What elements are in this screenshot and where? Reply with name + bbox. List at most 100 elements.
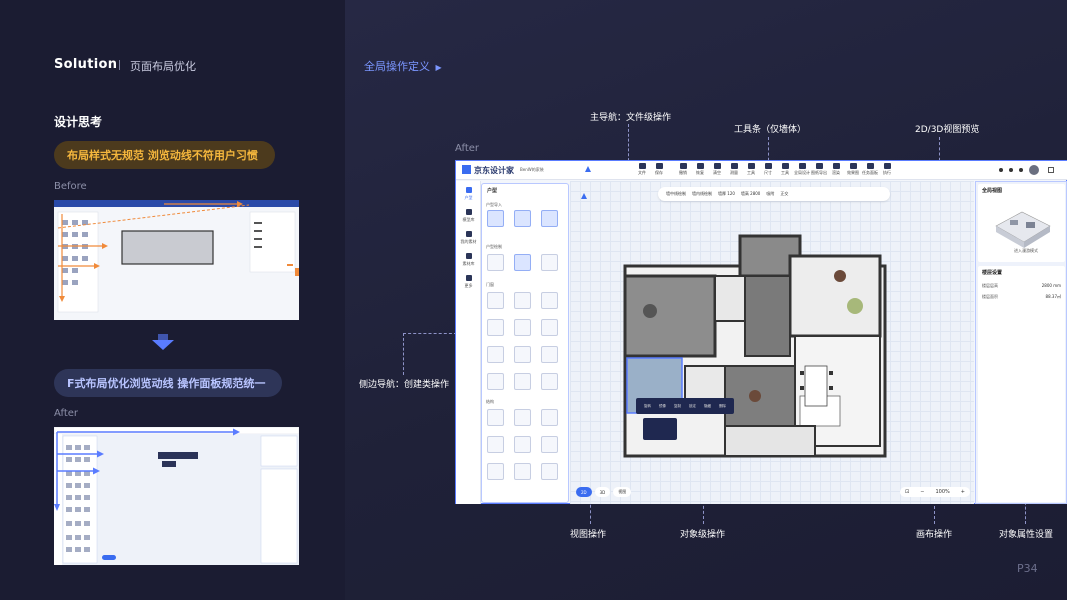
lib-item-floor-window[interactable]: [514, 373, 531, 390]
lib-item-railing[interactable]: [514, 463, 531, 480]
lib-item-folding-door[interactable]: [541, 319, 558, 336]
tool-dimension[interactable]: 尺寸: [760, 163, 776, 178]
tool-wall[interactable]: 工具: [777, 163, 793, 178]
view-eye-button[interactable]: 视图: [613, 487, 632, 497]
lib-item-square-column[interactable]: [487, 409, 504, 426]
canvas-wall-toolbar: 墙中线绘制 墙内线绘制 墙厚 120 墙高 2800 吸附 正交: [658, 187, 890, 201]
zoom-out-icon[interactable]: −: [920, 489, 924, 495]
annot-main-nav: 主导航：文件级操作: [590, 113, 672, 123]
section-title: 设计思考: [54, 115, 103, 129]
measure-icon: [730, 163, 738, 169]
side-nav-my-assets[interactable]: 我的素材: [461, 231, 477, 248]
view-2d-button[interactable]: 2D: [576, 487, 592, 497]
tasks-icon: [866, 163, 874, 169]
component-library: 户型 户型导入 户型绘制 门窗 结构: [481, 183, 569, 503]
render-icon: [832, 163, 840, 169]
lib-item-single-door[interactable]: [487, 292, 504, 309]
problem-pill: 布局样式无规范 浏览动线不符用户习惯: [54, 141, 275, 169]
tool-global-design[interactable]: 全局设计: [794, 163, 810, 178]
tool-undo[interactable]: 撤销: [675, 163, 691, 178]
context-popover[interactable]: [643, 418, 677, 440]
folder-icon: [465, 231, 472, 237]
lib-item-pipe[interactable]: [541, 436, 558, 453]
fit-icon[interactable]: ⊡: [905, 489, 909, 495]
side-nav-assets[interactable]: 素材库: [461, 253, 476, 270]
lib-item-platform[interactable]: [514, 436, 531, 453]
tool-file[interactable]: 文件: [634, 163, 650, 178]
lib-item-partition[interactable]: [541, 463, 558, 480]
lib-item-mother-door[interactable]: [541, 292, 558, 309]
wall-thickness[interactable]: 墙厚 120: [718, 191, 735, 197]
run-icon: [883, 163, 891, 169]
side-nav-more[interactable]: 更多: [461, 275, 476, 292]
tool-tools[interactable]: 工具: [743, 163, 759, 178]
wall-mode-center[interactable]: 墙中线绘制: [666, 191, 686, 197]
notification-icon[interactable]: [1019, 168, 1023, 172]
ctx-hide[interactable]: 隐藏: [704, 404, 711, 409]
tool-effect[interactable]: 效果图: [845, 163, 861, 178]
tool-clear[interactable]: 清空: [709, 163, 725, 178]
lib-item-room[interactable]: [541, 254, 558, 271]
ctx-lock[interactable]: 锁定: [689, 404, 696, 409]
help-icon[interactable]: [1009, 168, 1013, 172]
global-ops-link[interactable]: 全局操作定义 ▶: [364, 58, 442, 74]
wall-height[interactable]: 墙高 2800: [741, 191, 760, 197]
app-top-bar: 京东设计家 BenW的家装 文件 保存 撤销 恢复 清空 测量 工具 尺寸 工具…: [456, 161, 1067, 180]
lib-item-window[interactable]: [514, 346, 531, 363]
image-icon: [849, 163, 857, 169]
annot-canvas-ops: 画布操作: [916, 530, 953, 540]
tool-export[interactable]: 图纸导出: [811, 163, 827, 178]
lib-item-floorplan-image[interactable]: [514, 210, 531, 227]
lib-item-draw-room[interactable]: [514, 254, 531, 271]
settings-icon[interactable]: [999, 168, 1003, 172]
side-nav-models[interactable]: 模型库: [461, 209, 476, 226]
after-screenshot: [54, 427, 299, 565]
lib-item-cad[interactable]: [541, 210, 558, 227]
3d-preview-image[interactable]: [986, 196, 1058, 252]
redo-icon: [696, 163, 704, 169]
lib-item-sliding-door[interactable]: [487, 319, 504, 336]
lib-item-beam[interactable]: [487, 436, 504, 453]
side-nav-floorplan[interactable]: 户型: [461, 187, 476, 204]
fullscreen-icon[interactable]: [1048, 167, 1054, 173]
property-row-value-height[interactable]: 2800 mm: [1042, 283, 1061, 288]
lib-item-round-column[interactable]: [514, 409, 531, 426]
lib-item-opening[interactable]: [487, 346, 504, 363]
library-section-draw: 户型绘制: [486, 244, 502, 249]
ctx-mirror[interactable]: 镜像: [659, 404, 666, 409]
tool-run[interactable]: 执行: [879, 163, 895, 178]
tool-tasks[interactable]: 任务面板: [862, 163, 878, 178]
side-nav: 户型 模型库 我的素材 素材库 更多: [456, 181, 481, 504]
ctx-copy[interactable]: 复制: [674, 404, 681, 409]
ctx-delete[interactable]: 删除: [719, 404, 726, 409]
wall-mode-inner[interactable]: 墙内线绘制: [692, 191, 712, 197]
page-number: P34: [1017, 562, 1038, 575]
tool-render[interactable]: 渲染: [828, 163, 844, 178]
zoom-in-icon[interactable]: +: [961, 489, 965, 495]
ortho-toggle[interactable]: 正交: [780, 191, 788, 197]
annot-toolbar: 工具条（仅墙体）: [734, 125, 807, 135]
avatar[interactable]: [1029, 165, 1039, 175]
lib-item-corner-window[interactable]: [487, 373, 504, 390]
ctx-rotate[interactable]: 旋转: [644, 404, 651, 409]
annot-side-nav: 侧边导航：创建类操作: [359, 380, 450, 390]
preview-hint[interactable]: 进入漫游模式: [1014, 248, 1038, 254]
after-caption-right: After: [455, 143, 480, 154]
lib-item-stairs[interactable]: [487, 463, 504, 480]
tool-redo[interactable]: 恢复: [692, 163, 708, 178]
design-canvas[interactable]: 墙中线绘制 墙内线绘制 墙厚 120 墙高 2800 吸附 正交 旋转 镜像 复…: [570, 181, 974, 504]
lib-item-draw-wall[interactable]: [487, 254, 504, 271]
compass-icon: [581, 193, 587, 199]
tool-save[interactable]: 保存: [651, 163, 667, 178]
lib-item-shutter[interactable]: [541, 373, 558, 390]
lib-item-double-door[interactable]: [514, 292, 531, 309]
annot-preview: 2D/3D视图预览: [915, 125, 980, 135]
lib-item-bay-window[interactable]: [541, 346, 558, 363]
snap-toggle[interactable]: 吸附: [766, 191, 774, 197]
lib-item-flue[interactable]: [541, 409, 558, 426]
view-3d-button[interactable]: 3D: [594, 487, 611, 497]
property-row-label-area: 楼层面积: [982, 294, 998, 299]
tool-measure[interactable]: 测量: [726, 163, 742, 178]
lib-item-move-door[interactable]: [514, 319, 531, 336]
lib-item-floorplan-library[interactable]: [487, 210, 504, 227]
